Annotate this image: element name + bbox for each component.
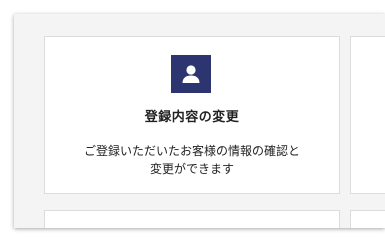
card-description: ご登録いただいたお客様の情報の確認と 変更ができます — [53, 142, 331, 178]
menu-panel: 登録内容の変更 ご登録いただいたお客様の情報の確認と 変更ができます — [14, 14, 385, 228]
lower-right-card-partial[interactable] — [350, 210, 385, 228]
change-registration-card[interactable]: 登録内容の変更 ご登録いただいたお客様の情報の確認と 変更ができます — [44, 36, 340, 194]
lower-card-partial[interactable] — [44, 210, 340, 228]
card-title: 登録内容の変更 — [144, 110, 240, 125]
card-description-line2: 変更ができます — [149, 162, 234, 176]
next-card-partial[interactable] — [350, 36, 385, 194]
user-icon — [171, 55, 211, 93]
card-description-line1: ご登録いただいたお客様の情報の確認と — [83, 144, 300, 158]
